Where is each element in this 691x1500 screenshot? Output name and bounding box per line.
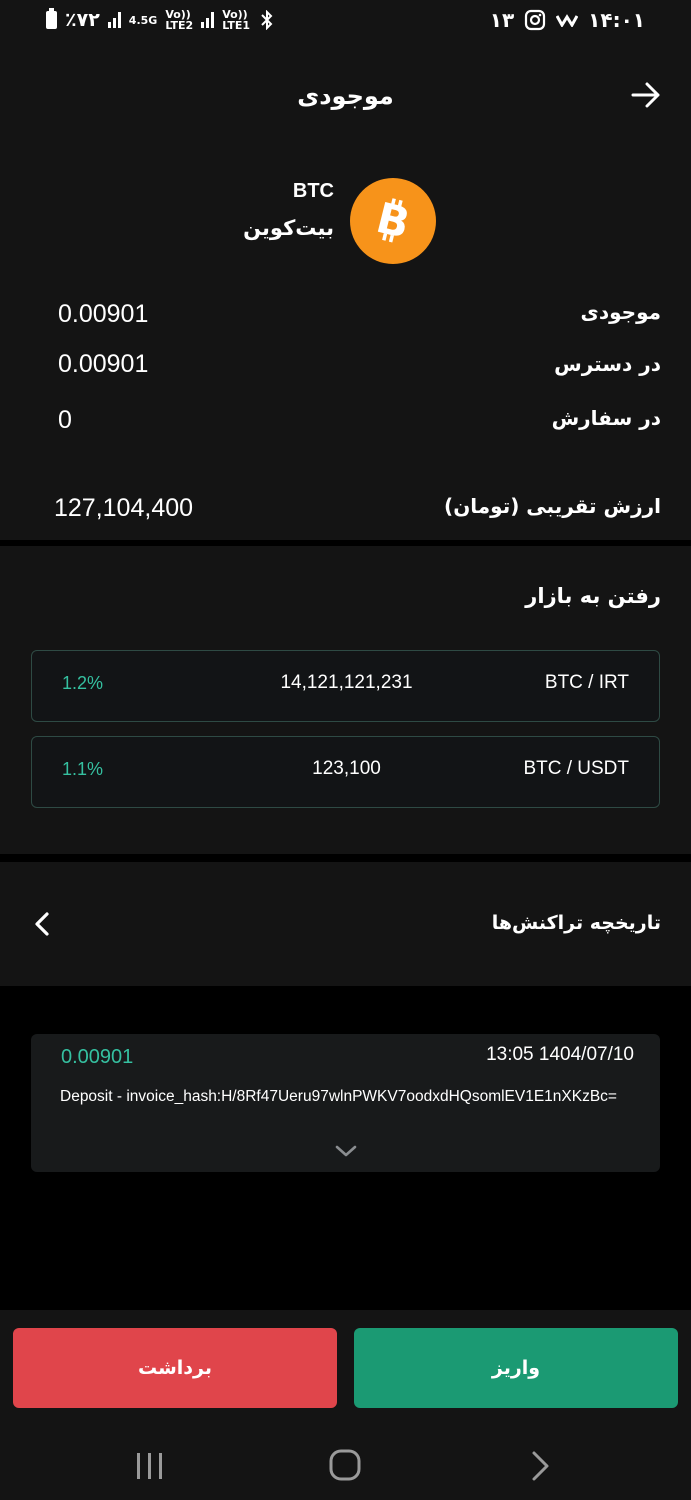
market-pair-name: BTC / IRT — [544, 672, 629, 693]
clock: ۱۴:۰۱ — [588, 8, 645, 32]
transaction-amount: 0.00901 — [61, 1046, 134, 1068]
market-title: رفتن به بازار — [525, 584, 661, 608]
nav-back-icon[interactable] — [528, 1450, 552, 1482]
balance-section: موجودی B BTC بیت‌کوین موجودی 0.00901 در … — [0, 40, 691, 540]
network-type-1: 4.5G — [128, 13, 158, 27]
deposit-button[interactable]: واریز — [354, 1328, 678, 1408]
coin-symbol: BTC — [292, 180, 334, 202]
network-lte2: Vo)) LTE2 — [165, 9, 193, 31]
status-right: ۱۳ ۱۴:۰۱ — [490, 8, 645, 32]
history-title: تاریخچه تراکنش‌ها — [491, 912, 661, 934]
market-pair-name: BTC / USDT — [523, 758, 629, 779]
balance-value: 0.00901 — [58, 300, 149, 328]
home-icon[interactable] — [328, 1448, 362, 1482]
status-left: ٪۷۲ 4.5G Vo)) LTE2 Vo)) LTE1 — [46, 8, 276, 32]
transaction-history-header[interactable]: تاریخچه تراکنش‌ها — [0, 862, 691, 986]
market-pair-card-btc-usdt[interactable]: 1.1% 123,100 BTC / USDT — [31, 736, 660, 808]
chevron-down-icon[interactable] — [333, 1142, 359, 1160]
network-lte1: Vo)) LTE1 — [222, 9, 250, 31]
estimated-value: 127,104,400 — [54, 494, 194, 522]
signal-icon — [201, 12, 215, 28]
bluetooth-icon — [261, 10, 273, 30]
available-label: در دسترس — [554, 352, 661, 376]
status-bar: ٪۷۲ 4.5G Vo)) LTE2 Vo)) LTE1 ۱۳ ۱۴:۰۱ — [0, 0, 691, 40]
chevron-left-icon[interactable] — [30, 910, 54, 938]
market-pair-card-btc-irt[interactable]: 1.2% 14,121,121,231 BTC / IRT — [31, 650, 660, 722]
bitcoin-logo-icon: B — [350, 178, 436, 264]
battery-percent: ٪۷۲ — [65, 9, 100, 31]
page-title: موجودی — [297, 82, 394, 110]
instagram-icon — [525, 9, 546, 31]
available-value: 0.00901 — [58, 350, 149, 378]
battery-icon — [46, 8, 57, 29]
in-order-value: 0 — [58, 406, 72, 434]
balance-label: موجودی — [580, 300, 661, 324]
transaction-card[interactable]: 0.00901 13:05 1404/07/10 Deposit - invoi… — [31, 1034, 660, 1172]
messenger-icon — [556, 14, 579, 27]
withdraw-button[interactable]: برداشت — [13, 1328, 337, 1408]
transaction-datetime: 13:05 1404/07/10 — [486, 1044, 634, 1065]
transaction-description: Deposit - invoice_hash:H/8Rf47Ueru97wlnP… — [60, 1088, 617, 1105]
signal-icon — [107, 12, 121, 28]
market-section: رفتن به بازار 1.2% 14,121,121,231 BTC / … — [0, 546, 691, 854]
bitcoin-symbol-icon: B — [372, 195, 415, 247]
recent-apps-icon[interactable] — [134, 1450, 166, 1482]
estimated-value-label: ارزش تقریبی (تومان) — [444, 494, 661, 518]
network-lte1-bottom: LTE1 — [222, 19, 251, 32]
coin-name: بیت‌کوین — [243, 216, 334, 240]
back-arrow-icon[interactable] — [629, 78, 663, 112]
notification-count: ۱۳ — [489, 8, 515, 32]
network-lte2-bottom: LTE2 — [165, 19, 194, 32]
in-order-label: در سفارش — [551, 406, 661, 430]
